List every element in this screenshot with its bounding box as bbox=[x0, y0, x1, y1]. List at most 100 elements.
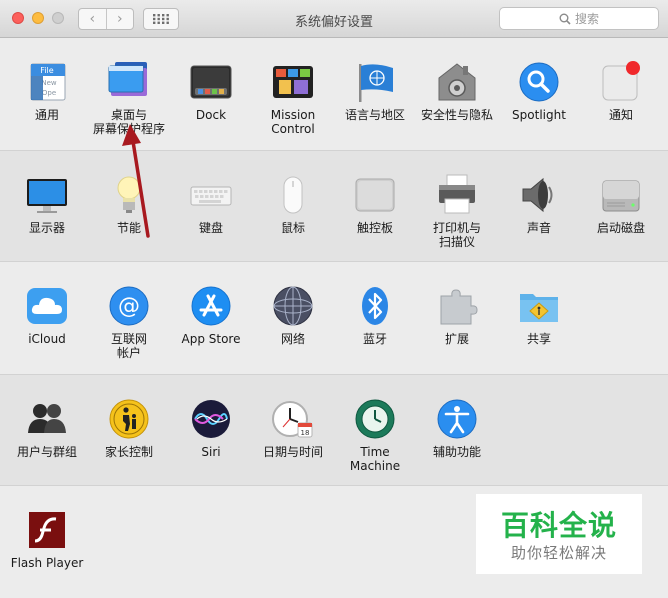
bluetooth-icon bbox=[362, 287, 388, 325]
pane-label: 网络 bbox=[280, 332, 305, 346]
svg-text:18: 18 bbox=[301, 429, 310, 437]
date-time-clock-icon: 18 bbox=[272, 401, 313, 438]
pane-users-groups[interactable]: 用户与群组 bbox=[6, 375, 88, 459]
app-store-icon bbox=[191, 286, 231, 326]
preference-row-internet: iCloud @ 互联网 帐户 App Store 网络 蓝牙 扩展 共享 bbox=[0, 262, 668, 374]
pane-spotlight[interactable]: Spotlight bbox=[498, 38, 580, 122]
energy-bulb-icon bbox=[117, 176, 141, 213]
pane-label: Time Machine bbox=[349, 445, 401, 473]
preference-row-hardware: 显示器 节能 键盘 鼠标 触控板 打印机与 扫描仪 声音 启动磁盘 bbox=[0, 150, 668, 262]
general-icon: File New Ope bbox=[30, 63, 66, 101]
icloud-icon bbox=[27, 288, 67, 324]
mission-control-icon bbox=[273, 66, 313, 98]
pane-label: 安全性与隐私 bbox=[420, 108, 493, 122]
pane-printers-scanners[interactable]: 打印机与 扫描仪 bbox=[416, 151, 498, 249]
sharing-folder-icon bbox=[520, 294, 558, 322]
siri-icon bbox=[192, 400, 230, 438]
pane-label: 桌面与 屏幕保护程序 bbox=[92, 108, 165, 136]
pane-label: 蓝牙 bbox=[362, 332, 387, 346]
pane-startup-disk[interactable]: 启动磁盘 bbox=[580, 151, 662, 235]
pane-label: Mission Control bbox=[270, 108, 316, 136]
pane-label: App Store bbox=[181, 332, 241, 346]
pane-sound[interactable]: 声音 bbox=[498, 151, 580, 235]
mouse-icon bbox=[283, 176, 303, 214]
pane-label: 互联网 帐户 bbox=[110, 332, 147, 360]
pane-dock[interactable]: Dock bbox=[170, 38, 252, 122]
time-machine-icon bbox=[355, 399, 395, 439]
pane-label: 键盘 bbox=[198, 221, 223, 235]
pane-energy-saver[interactable]: 节能 bbox=[88, 151, 170, 235]
extensions-puzzle-icon bbox=[440, 289, 478, 325]
svg-text:New: New bbox=[41, 79, 57, 87]
preference-row-system: 用户与群组 家长控制 Siri 18 日期与时间 Time Machine 辅助… bbox=[0, 374, 668, 486]
display-monitor-icon bbox=[27, 179, 67, 213]
language-region-flag-icon bbox=[359, 64, 393, 102]
pane-label: 用户与群组 bbox=[16, 445, 77, 459]
pane-network[interactable]: 网络 bbox=[252, 262, 334, 346]
pane-label: 日期与时间 bbox=[262, 445, 323, 459]
preference-row-personal: File New Ope 通用 桌面与 屏幕保护程序 Dock Mission … bbox=[0, 38, 668, 150]
pane-mouse[interactable]: 鼠标 bbox=[252, 151, 334, 235]
pane-flash-player[interactable]: Flash Player bbox=[6, 486, 88, 570]
pane-label: Spotlight bbox=[512, 108, 566, 122]
startup-disk-icon bbox=[602, 180, 640, 212]
pane-label: Dock bbox=[195, 108, 227, 122]
pane-label: 声音 bbox=[526, 221, 551, 235]
pane-desktop-screensaver[interactable]: 桌面与 屏幕保护程序 bbox=[88, 38, 170, 136]
pane-date-time[interactable]: 18 日期与时间 bbox=[252, 375, 334, 459]
search-icon bbox=[559, 13, 571, 25]
pane-mission-control[interactable]: Mission Control bbox=[252, 38, 334, 136]
pane-label: 打印机与 扫描仪 bbox=[432, 221, 481, 249]
pane-keyboard[interactable]: 键盘 bbox=[170, 151, 252, 235]
notifications-icon bbox=[602, 61, 640, 101]
svg-text:File: File bbox=[40, 66, 53, 75]
internet-accounts-at-icon: @ bbox=[109, 286, 149, 326]
pane-label: 节能 bbox=[116, 221, 141, 235]
pane-app-store[interactable]: App Store bbox=[170, 262, 252, 346]
pane-internet-accounts[interactable]: @ 互联网 帐户 bbox=[88, 262, 170, 360]
pane-time-machine[interactable]: Time Machine bbox=[334, 375, 416, 473]
pane-general[interactable]: File New Ope 通用 bbox=[6, 38, 88, 122]
pane-label: 扩展 bbox=[444, 332, 469, 346]
security-house-icon bbox=[438, 63, 476, 101]
pane-security-privacy[interactable]: 安全性与隐私 bbox=[416, 38, 498, 122]
pane-parental-controls[interactable]: 家长控制 bbox=[88, 375, 170, 459]
network-globe-icon bbox=[273, 286, 313, 326]
pane-label: 语言与地区 bbox=[344, 108, 405, 122]
svg-text:@: @ bbox=[118, 294, 140, 319]
pane-bluetooth[interactable]: 蓝牙 bbox=[334, 262, 416, 346]
pane-label: 启动磁盘 bbox=[596, 221, 645, 235]
flash-player-icon bbox=[29, 512, 65, 548]
dock-icon bbox=[190, 65, 232, 99]
pane-displays[interactable]: 显示器 bbox=[6, 151, 88, 235]
pane-icloud[interactable]: iCloud bbox=[6, 262, 88, 346]
pane-label: 鼠标 bbox=[280, 221, 305, 235]
pane-extensions[interactable]: 扩展 bbox=[416, 262, 498, 346]
pane-label: 辅助功能 bbox=[432, 445, 481, 459]
pane-label: Siri bbox=[201, 445, 221, 459]
search-field[interactable]: 搜索 bbox=[499, 7, 659, 30]
search-placeholder: 搜索 bbox=[574, 12, 599, 26]
speaker-icon bbox=[522, 177, 553, 213]
trackpad-icon bbox=[355, 178, 395, 212]
svg-text:Ope: Ope bbox=[42, 89, 56, 97]
printer-icon bbox=[439, 174, 475, 214]
pane-label: 家长控制 bbox=[104, 445, 153, 459]
spotlight-magnifier-icon bbox=[519, 62, 559, 102]
pane-label: 通知 bbox=[608, 108, 633, 122]
pane-accessibility[interactable]: 辅助功能 bbox=[416, 375, 498, 459]
pane-label: iCloud bbox=[28, 332, 66, 346]
pane-trackpad[interactable]: 触控板 bbox=[334, 151, 416, 235]
parental-controls-icon bbox=[109, 399, 149, 439]
pane-sharing[interactable]: 共享 bbox=[498, 262, 580, 346]
pane-siri[interactable]: Siri bbox=[170, 375, 252, 459]
keyboard-icon bbox=[190, 186, 232, 206]
pane-label: 通用 bbox=[34, 108, 59, 122]
pane-notifications[interactable]: 通知 bbox=[580, 38, 662, 122]
pane-label: 触控板 bbox=[356, 221, 393, 235]
window-titlebar: ‹ › 系统偏好设置 搜索 bbox=[0, 0, 668, 38]
watermark-logo: 百科全说 助你轻松解决 bbox=[476, 494, 642, 574]
watermark-subtitle: 助你轻松解决 bbox=[510, 544, 607, 562]
pane-label: Flash Player bbox=[10, 556, 84, 570]
pane-language-region[interactable]: 语言与地区 bbox=[334, 38, 416, 122]
